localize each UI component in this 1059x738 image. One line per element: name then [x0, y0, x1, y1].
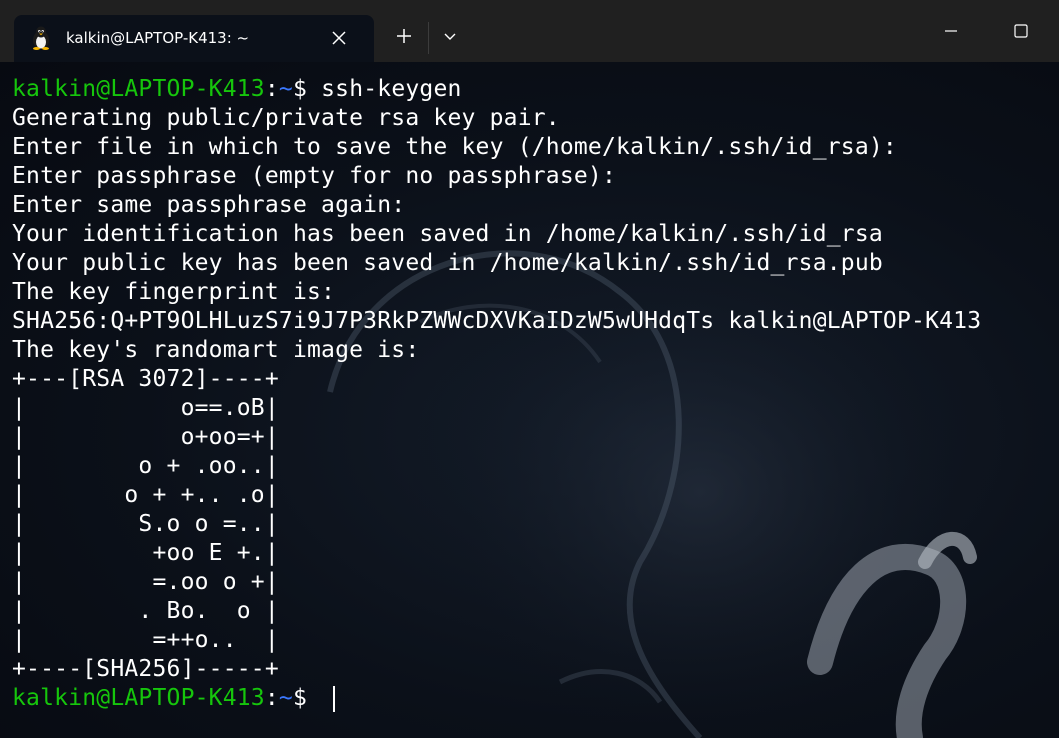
- randomart-line: +---[RSA 3072]----+: [12, 366, 279, 392]
- maximize-icon[interactable]: [1000, 16, 1044, 46]
- title-bar: kalkin@LAPTOP-K413: ~: [0, 0, 1059, 62]
- prompt-colon: :: [264, 76, 279, 102]
- prompt-path: ~: [278, 76, 293, 102]
- output-line: Enter same passphrase again:: [12, 192, 406, 218]
- tab-title: kalkin@LAPTOP-K413: ~: [66, 29, 250, 47]
- chevron-down-icon[interactable]: [440, 26, 460, 46]
- minimize-icon[interactable]: [930, 16, 974, 46]
- prompt-symbol: $: [292, 76, 322, 102]
- randomart-line: | =++o.. |: [12, 627, 279, 653]
- terminal-window: kalkin@LAPTOP-K413: ~ kalkin@LAPTOP-K413…: [0, 0, 1059, 738]
- randomart-line: | o+oo=+|: [12, 424, 279, 450]
- randomart-line: | S.o o =..|: [12, 511, 279, 537]
- active-prompt-line[interactable]: kalkin@LAPTOP-K413:~$: [12, 684, 981, 713]
- randomart-line: +----[SHA256]-----+: [12, 656, 279, 682]
- output-line: Your identification has been saved in /h…: [12, 221, 883, 247]
- randomart-line: | . Bo. o |: [12, 598, 279, 624]
- prompt-line: kalkin@LAPTOP-K413:~$ ssh-keygen: [12, 75, 981, 104]
- linux-penguin-icon: [33, 26, 49, 50]
- prompt-user-host: kalkin@LAPTOP-K413: [12, 685, 265, 711]
- randomart-line: | +oo E +.|: [12, 540, 279, 566]
- randomart-line: | o + .oo..|: [12, 453, 279, 479]
- output-line: Your public key has been saved in /home/…: [12, 250, 883, 276]
- randomart-line: | o==.oB|: [12, 395, 279, 421]
- prompt-colon: :: [264, 685, 279, 711]
- randomart-line: | o + +.. .o|: [12, 482, 279, 508]
- output-line: Enter passphrase (empty for no passphras…: [12, 163, 617, 189]
- prompt-user-host: kalkin@LAPTOP-K413: [12, 76, 265, 102]
- tab-divider: [428, 22, 429, 54]
- command-text: ssh-keygen: [321, 76, 462, 102]
- prompt-path: ~: [278, 685, 293, 711]
- output-line: The key's randomart image is:: [12, 337, 420, 363]
- output-line: Enter file in which to save the key (/ho…: [12, 134, 897, 160]
- randomart-line: | =.oo o +|: [12, 569, 279, 595]
- close-icon[interactable]: [330, 29, 348, 47]
- tab-kalkin[interactable]: kalkin@LAPTOP-K413: ~: [14, 15, 374, 62]
- output-line: The key fingerprint is:: [12, 279, 336, 305]
- plus-icon[interactable]: [392, 24, 416, 48]
- terminal-output-area[interactable]: kalkin@LAPTOP-K413:~$ ssh-keygen Generat…: [0, 62, 1059, 738]
- prompt-symbol: $: [292, 685, 322, 711]
- text-cursor: [333, 685, 336, 712]
- output-line: SHA256:Q+PT9OLHLuzS7i9J7P3RkPZWWcDXVKaID…: [12, 308, 982, 334]
- output-line: Generating public/private rsa key pair.: [12, 105, 560, 131]
- terminal-lines: kalkin@LAPTOP-K413:~$ ssh-keygen Generat…: [12, 75, 981, 713]
